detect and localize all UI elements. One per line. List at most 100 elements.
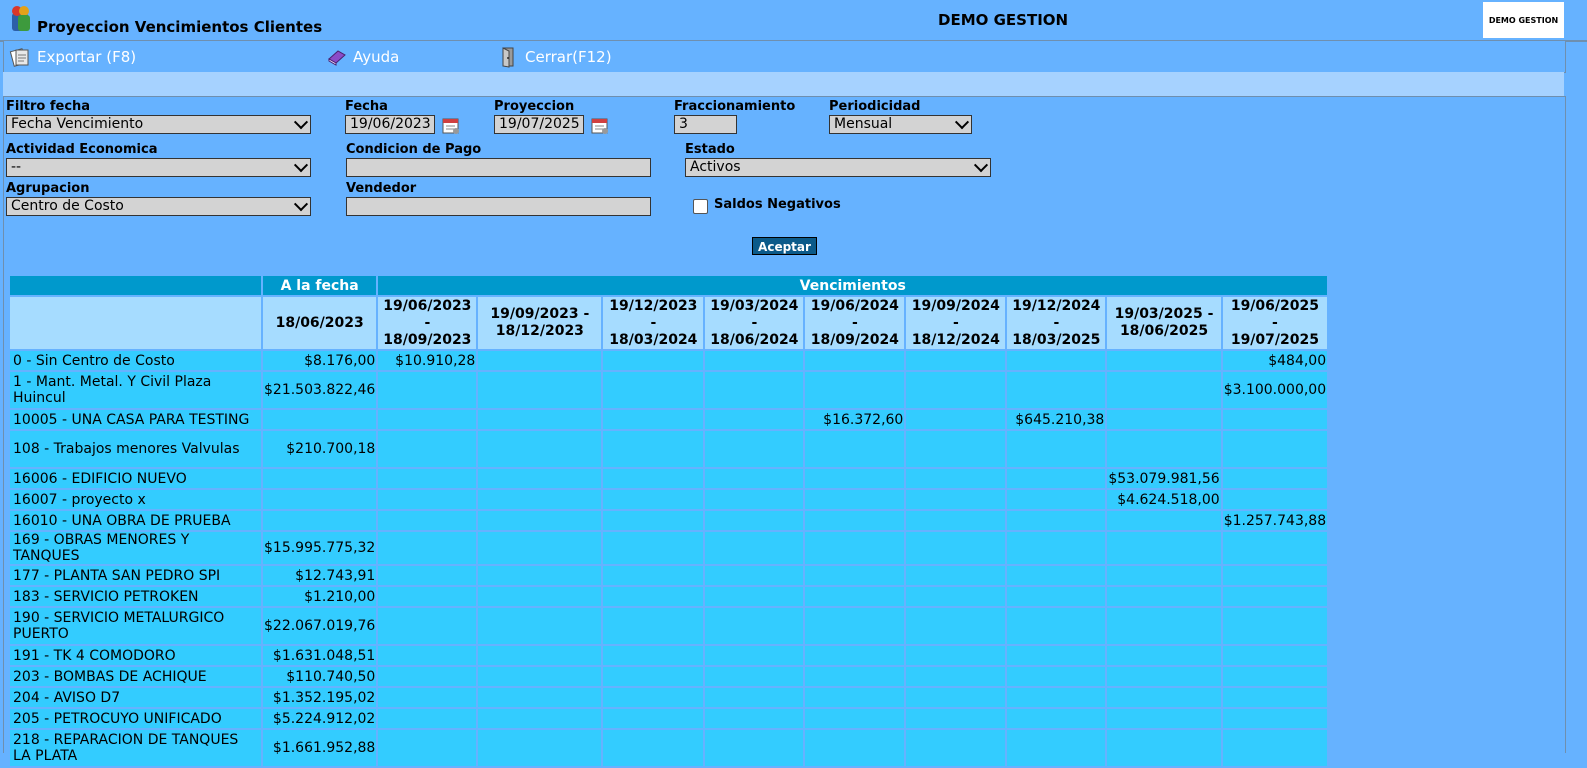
chevron-down-icon xyxy=(293,196,309,211)
period-cell xyxy=(1005,644,1108,667)
calendar-icon[interactable] xyxy=(589,114,611,136)
period-header: 19/03/2025 -18/06/2025 xyxy=(1105,295,1223,351)
period-cell xyxy=(703,349,806,372)
period-cell xyxy=(1105,429,1223,469)
export-label: Exportar (F8) xyxy=(37,48,137,66)
row-spacer xyxy=(1327,488,1455,511)
period-cell xyxy=(601,585,706,608)
period-cell xyxy=(601,530,706,566)
period-cell xyxy=(904,707,1008,730)
period-cell xyxy=(703,585,806,608)
period-cell xyxy=(601,467,706,490)
period-cell xyxy=(601,488,706,511)
help-button[interactable]: Ayuda xyxy=(327,46,399,68)
cost-center-name: 10005 - UNA CASA PARA TESTING xyxy=(8,408,263,431)
period-cell xyxy=(476,585,604,608)
a-la-fecha-cell: $210.700,18 xyxy=(260,429,379,469)
export-icon xyxy=(9,48,29,67)
period-cell xyxy=(476,686,604,709)
period-cell: $53.079.981,56 xyxy=(1105,467,1223,490)
proyeccion-label: Proyeccion xyxy=(494,99,575,114)
cost-center-name: 203 - BOMBAS DE ACHIQUE xyxy=(8,665,263,688)
period-cell xyxy=(1005,467,1108,490)
proyeccion-input[interactable]: 19/07/2025 xyxy=(494,115,584,134)
period-header-line: - xyxy=(751,314,758,331)
period-cell xyxy=(1005,564,1108,587)
period-cell: $1.257.743,88 xyxy=(1220,509,1330,532)
row-spacer xyxy=(1327,606,1455,646)
filtro-fecha-value: Fecha Vencimiento xyxy=(11,116,144,132)
period-cell xyxy=(601,686,706,709)
aceptar-button[interactable]: Aceptar xyxy=(752,237,817,255)
period-cell xyxy=(703,728,806,768)
a-la-fecha-cell: $1.631.048,51 xyxy=(260,644,379,667)
toolbar: Exportar (F8) Ayuda Cerrar(F12) xyxy=(3,41,1566,73)
period-cell xyxy=(476,665,604,688)
period-cell xyxy=(1220,564,1330,587)
period-cell xyxy=(703,686,806,709)
row-spacer xyxy=(1327,585,1455,608)
help-book-icon xyxy=(328,50,346,66)
saldos-negativos-checkbox[interactable] xyxy=(693,199,708,214)
period-cell xyxy=(1105,408,1223,431)
fecha-input[interactable]: 19/06/2023 xyxy=(345,115,435,134)
period-cell xyxy=(1220,606,1330,646)
period-cell xyxy=(803,488,907,511)
period-cell xyxy=(803,728,907,768)
actividad-value: -- xyxy=(11,159,22,175)
period-cell xyxy=(376,509,479,532)
period-cell xyxy=(476,644,604,667)
table-row: 169 - OBRAS MENORES Y TANQUES $15.995.775… xyxy=(8,530,1455,566)
periodicidad-value: Mensual xyxy=(834,116,893,132)
table-row: 16006 - EDIFICIO NUEVO $53.079.981,56 xyxy=(8,467,1455,490)
period-cell xyxy=(376,564,479,587)
export-button[interactable]: Exportar (F8) xyxy=(9,46,136,68)
periodicidad-select[interactable]: Mensual xyxy=(829,114,972,134)
period-cell xyxy=(703,429,806,469)
vendedor-input[interactable] xyxy=(346,197,651,216)
period-cell xyxy=(904,467,1008,490)
period-cell xyxy=(376,707,479,730)
header-a-la-fecha-date: 18/06/2023 xyxy=(260,295,379,351)
row-spacer xyxy=(1327,665,1455,688)
filter-panel: Filtro fecha Fecha Vencimiento Fecha 19/… xyxy=(3,96,1566,768)
period-cell xyxy=(904,686,1008,709)
projection-table: A la fecha Vencimientos 18/06/2023 19/06… xyxy=(8,274,1455,768)
table-body: 0 - Sin Centro de Costo $8.176,00 $10.910,… xyxy=(8,349,1455,768)
a-la-fecha-cell: $21.503.822,46 xyxy=(260,370,379,410)
period-header-line: - xyxy=(424,314,431,331)
period-cell xyxy=(1105,728,1223,768)
period-cell xyxy=(904,370,1008,410)
condicion-input[interactable] xyxy=(346,158,651,177)
period-cell xyxy=(904,564,1008,587)
table-row: 16010 - UNA OBRA DE PRUEBA $1.257.743,88 xyxy=(8,509,1455,532)
period-cell xyxy=(376,408,479,431)
estado-select[interactable]: Activos xyxy=(685,157,991,177)
calendar-icon[interactable] xyxy=(440,114,462,136)
period-cell xyxy=(1005,707,1108,730)
period-cell xyxy=(803,686,907,709)
period-cell xyxy=(1220,665,1330,688)
filtro-fecha-select[interactable]: Fecha Vencimiento xyxy=(6,114,311,134)
row-spacer xyxy=(1327,408,1455,431)
fraccionamiento-input[interactable]: 3 xyxy=(674,115,737,134)
row-spacer xyxy=(1327,509,1455,532)
close-button[interactable]: Cerrar(F12) xyxy=(497,46,612,68)
period-cell xyxy=(376,429,479,469)
app-logo-icon xyxy=(12,6,30,31)
actividad-select[interactable]: -- xyxy=(6,157,311,177)
a-la-fecha-cell xyxy=(260,509,379,532)
table-row: 190 - SERVICIO METALURGICO PUERTO $22.067… xyxy=(8,606,1455,646)
a-la-fecha-cell xyxy=(260,488,379,511)
period-cell xyxy=(1105,370,1223,410)
periodicidad-label: Periodicidad xyxy=(829,99,921,114)
period-cell xyxy=(376,686,479,709)
period-header-line: 19/12/2023 xyxy=(609,297,698,314)
period-header-line: 19/09/2023 - xyxy=(490,306,590,322)
period-cell: $10.910,28 xyxy=(376,349,479,372)
period-cell xyxy=(376,606,479,646)
row-spacer xyxy=(1327,429,1455,469)
period-cell xyxy=(1220,707,1330,730)
agrupacion-select[interactable]: Centro de Costo xyxy=(6,196,311,216)
cost-center-name: 191 - TK 4 COMODORO xyxy=(8,644,263,667)
